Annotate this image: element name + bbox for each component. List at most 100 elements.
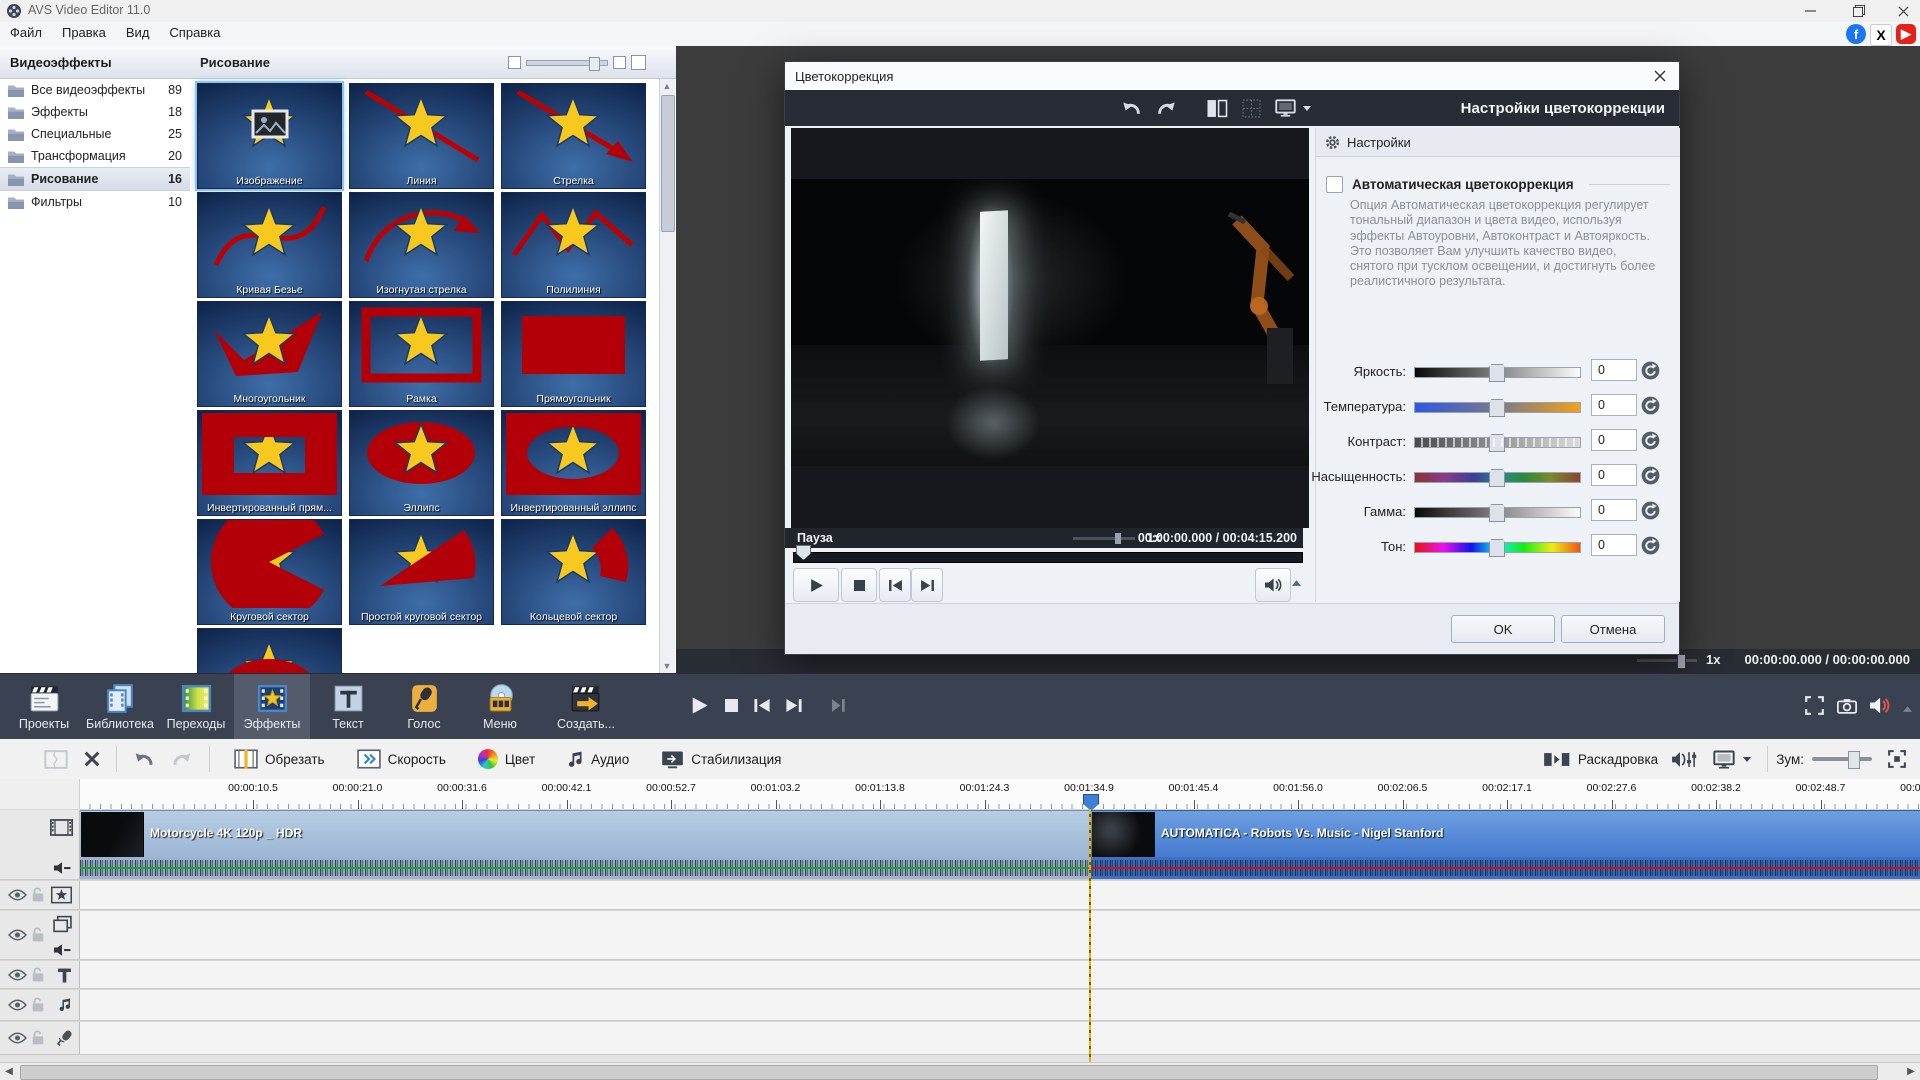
small-thumb-icon[interactable] bbox=[508, 56, 521, 69]
slider-value-input[interactable]: 0 bbox=[1591, 394, 1637, 416]
nav-item-text[interactable]: Текст bbox=[310, 674, 386, 740]
redo-icon[interactable] bbox=[171, 751, 193, 768]
next-scene-icon[interactable] bbox=[786, 699, 802, 715]
menu-Файл[interactable]: Файл bbox=[0, 22, 52, 43]
dialog-title-bar[interactable]: Цветокоррекция bbox=[785, 62, 1679, 91]
audio-mixer-icon[interactable] bbox=[1672, 751, 1697, 768]
hscroll-thumb[interactable] bbox=[20, 1065, 1878, 1080]
redo-icon[interactable] bbox=[1156, 100, 1177, 117]
timeline-hscrollbar[interactable]: ◀ ▶ bbox=[0, 1062, 1920, 1080]
split-view-icon[interactable] bbox=[1206, 99, 1228, 118]
timeline-zoom-slider[interactable] bbox=[1812, 757, 1872, 761]
lock-icon[interactable] bbox=[31, 967, 45, 983]
sidebar-item-Все видеоэффекты[interactable]: Все видеоэффекты89 bbox=[0, 79, 190, 101]
slider-handle[interactable] bbox=[1489, 504, 1505, 522]
timeline-ruler[interactable]: 00:00:10.500:00:21.000:00:31.600:00:42.1… bbox=[0, 779, 1920, 810]
lock-icon[interactable] bbox=[31, 887, 45, 903]
effect-tile-curved-arrow[interactable]: Изогнутая стрелка bbox=[349, 192, 494, 298]
monitor-icon[interactable] bbox=[1713, 750, 1735, 769]
volume-icon[interactable] bbox=[1870, 697, 1890, 717]
delete-icon[interactable] bbox=[84, 751, 100, 767]
reset-icon[interactable] bbox=[1641, 431, 1660, 450]
toolbar-button-speed[interactable]: Скорость bbox=[357, 749, 446, 769]
effect-tile-polyline[interactable]: Полилиния bbox=[501, 192, 646, 298]
effect-tile-ellipse[interactable]: Эллипс bbox=[349, 410, 494, 516]
toolbar-button-color[interactable]: Цвет bbox=[478, 749, 535, 769]
scroll-right-icon[interactable]: ▶ bbox=[1904, 1065, 1918, 1079]
slider-handle[interactable] bbox=[1489, 399, 1505, 417]
view-mode-icon[interactable] bbox=[631, 55, 646, 70]
nav-item-transitions[interactable]: Переходы bbox=[158, 674, 234, 740]
effects-track-row[interactable] bbox=[0, 880, 1920, 910]
sidebar-item-Трансформация[interactable]: Трансформация20 bbox=[0, 145, 190, 167]
eye-icon[interactable] bbox=[8, 1032, 27, 1044]
sidebar-item-Эффекты[interactable]: Эффекты18 bbox=[0, 101, 190, 123]
effect-tile-image[interactable]: Изображение bbox=[197, 83, 342, 189]
menu-Правка[interactable]: Правка bbox=[52, 22, 116, 43]
voice-track-row[interactable] bbox=[0, 1021, 1920, 1055]
reset-icon[interactable] bbox=[1641, 361, 1660, 380]
nav-item-projects[interactable]: Проекты bbox=[6, 674, 82, 740]
auto-color-checkbox[interactable] bbox=[1326, 176, 1343, 193]
eye-icon[interactable] bbox=[8, 969, 27, 981]
menu-Вид[interactable]: Вид bbox=[116, 22, 160, 43]
preview-speed-slider[interactable] bbox=[1637, 659, 1697, 662]
minimize-button[interactable] bbox=[1798, 2, 1824, 20]
nav-item-create[interactable]: Создать... bbox=[538, 674, 634, 740]
stop-button[interactable] bbox=[841, 568, 877, 602]
thumb-size-slider[interactable] bbox=[526, 60, 608, 66]
reset-icon[interactable] bbox=[1641, 501, 1660, 520]
hue-slider[interactable] bbox=[1414, 542, 1581, 553]
snapshot-icon[interactable] bbox=[1837, 698, 1857, 717]
eye-icon[interactable] bbox=[8, 889, 27, 901]
lock-icon[interactable] bbox=[31, 997, 45, 1013]
slider-handle[interactable] bbox=[1489, 434, 1505, 452]
undo-icon[interactable] bbox=[1121, 100, 1142, 117]
dialog-close-icon[interactable] bbox=[1649, 67, 1671, 85]
overlay-track-row[interactable] bbox=[0, 910, 1920, 960]
nav-item-effects[interactable]: Эффекты bbox=[234, 674, 310, 740]
nav-item-menu[interactable]: Меню bbox=[462, 674, 538, 740]
player-speed-slider[interactable] bbox=[1073, 537, 1135, 540]
slider-value-input[interactable]: 0 bbox=[1591, 534, 1637, 556]
effect-tile-sector[interactable]: Круговой сектор bbox=[197, 519, 342, 625]
monitor-icon[interactable] bbox=[1275, 99, 1296, 117]
maximize-button[interactable] bbox=[1846, 2, 1872, 20]
lock-icon[interactable] bbox=[31, 927, 45, 943]
slider-handle[interactable] bbox=[1489, 539, 1505, 557]
music-track-row[interactable] bbox=[0, 989, 1920, 1021]
facebook-icon[interactable]: f bbox=[1846, 24, 1866, 44]
sidebar-item-Специальные[interactable]: Специальные25 bbox=[0, 123, 190, 145]
toolbar-button-stabilize[interactable]: Стабилизация bbox=[661, 750, 781, 769]
slider-value-input[interactable]: 0 bbox=[1591, 429, 1637, 451]
sidebar-item-Рисование[interactable]: Рисование16 bbox=[0, 167, 190, 191]
effect-tile-inverted-rect[interactable]: Инвертированный прям... bbox=[197, 410, 342, 516]
prev-frame-button[interactable] bbox=[879, 568, 911, 602]
seek-handle[interactable] bbox=[796, 545, 811, 560]
cancel-button[interactable]: Отмена bbox=[1561, 615, 1665, 643]
nav-item-library[interactable]: Библиотека bbox=[82, 674, 158, 740]
scroll-down-icon[interactable]: ▼ bbox=[662, 661, 672, 671]
eye-icon[interactable] bbox=[8, 929, 27, 941]
stop-button[interactable] bbox=[725, 699, 738, 715]
gamma-slider[interactable] bbox=[1414, 507, 1581, 518]
reset-icon[interactable] bbox=[1641, 396, 1660, 415]
effect-tile-polygon[interactable]: Многоугольник bbox=[197, 301, 342, 407]
lock-icon[interactable] bbox=[31, 1030, 45, 1046]
reset-icon[interactable] bbox=[1641, 466, 1660, 485]
next-frame-button[interactable] bbox=[911, 568, 943, 602]
text-track-row[interactable] bbox=[0, 960, 1920, 989]
brightness-slider[interactable] bbox=[1414, 367, 1581, 378]
play-button[interactable] bbox=[793, 568, 839, 602]
sidebar-item-Фильтры[interactable]: Фильтры10 bbox=[0, 191, 190, 213]
effect-tile-inverted-ellipse[interactable]: Инвертированный эллипс bbox=[501, 410, 646, 516]
ok-button[interactable]: OK bbox=[1451, 615, 1555, 643]
audio-waveform[interactable] bbox=[79, 857, 1091, 879]
undo-icon[interactable] bbox=[133, 751, 155, 768]
monitor-dropdown-icon[interactable] bbox=[1743, 757, 1751, 762]
fullscreen-icon[interactable] bbox=[1805, 696, 1824, 718]
fit-timeline-icon[interactable] bbox=[1888, 750, 1906, 768]
play-button[interactable] bbox=[690, 696, 709, 718]
slider-value-input[interactable]: 0 bbox=[1591, 499, 1637, 521]
audio-waveform[interactable] bbox=[1090, 857, 1920, 879]
